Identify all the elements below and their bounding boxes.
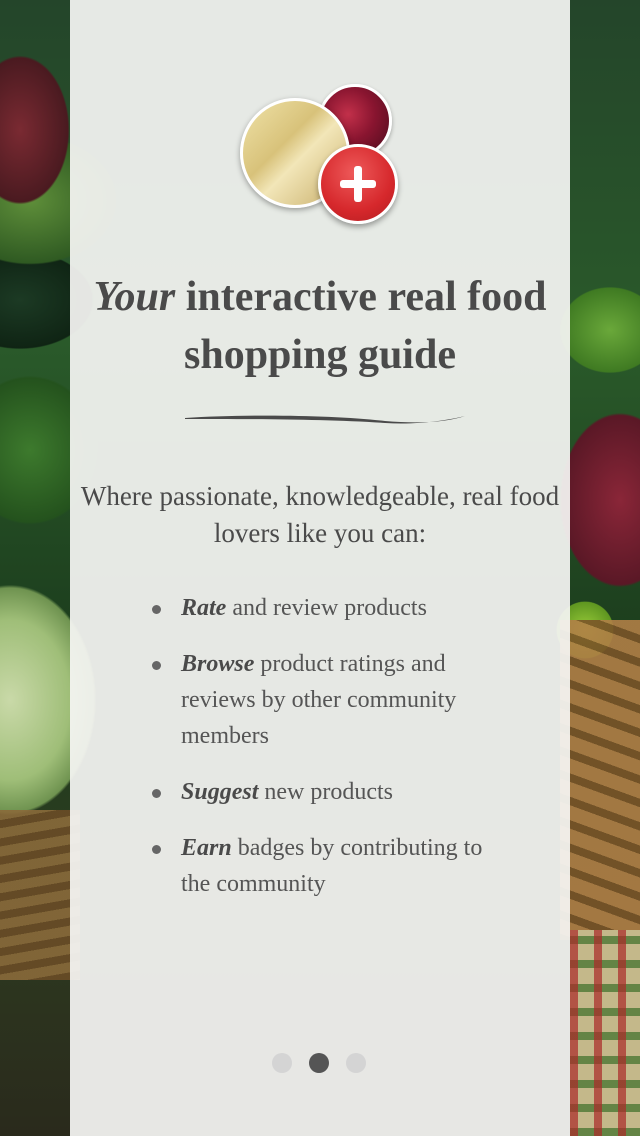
basket-right xyxy=(560,620,640,940)
hero-icon-group xyxy=(240,82,400,224)
page-title-rest: interactive real food shopping guide xyxy=(175,274,547,378)
add-food-icon xyxy=(318,144,398,224)
feature-emphasis: Browse xyxy=(181,651,255,677)
feature-item: Earn badges by contributing to the commu… xyxy=(150,830,510,902)
feature-item: Suggest new products xyxy=(150,774,510,810)
feature-item: Browse product ratings and reviews by ot… xyxy=(150,646,510,754)
feature-list: Rate and review products Browse product … xyxy=(150,590,510,922)
page-dot-2-active[interactable] xyxy=(309,1053,329,1073)
feature-item: Rate and review products xyxy=(150,590,510,626)
basket-left xyxy=(0,810,80,980)
page-title: Your interactive real food shopping guid… xyxy=(70,268,570,384)
feature-emphasis: Earn xyxy=(181,835,232,861)
feature-text: and review products xyxy=(226,595,427,621)
feature-emphasis: Rate xyxy=(181,595,227,621)
checkered-cloth xyxy=(570,930,640,1136)
feature-text: new products xyxy=(258,779,393,805)
page-indicator[interactable] xyxy=(272,1053,366,1073)
page-dot-3[interactable] xyxy=(346,1053,366,1073)
page-dot-1[interactable] xyxy=(272,1053,292,1073)
brush-stroke-divider xyxy=(185,415,465,424)
intro-text: Where passionate, knowledgeable, real fo… xyxy=(80,481,560,548)
feature-emphasis: Suggest xyxy=(181,779,259,805)
page-title-emphasis: Your xyxy=(93,274,176,320)
